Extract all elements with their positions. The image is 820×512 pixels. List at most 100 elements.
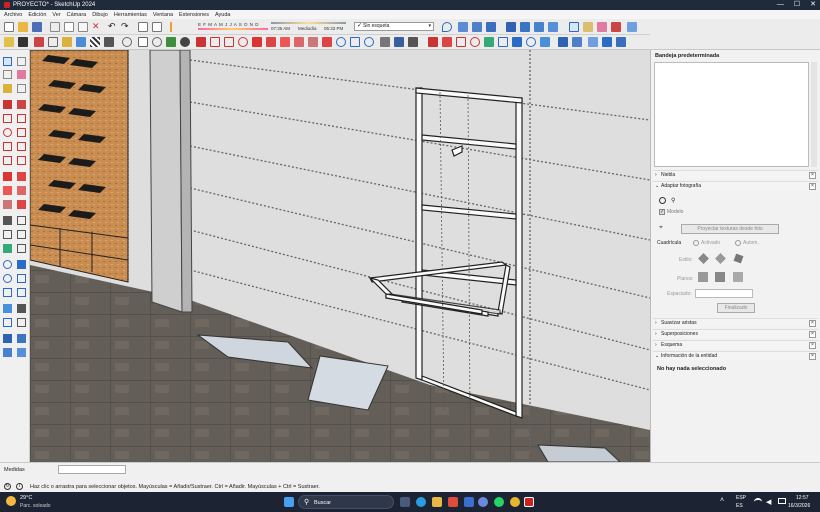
previous-view-icon[interactable] — [17, 288, 26, 297]
pan-side-icon[interactable] — [17, 260, 26, 269]
close-section-icon[interactable]: × — [809, 172, 816, 179]
zoom-window-side-icon[interactable] — [17, 274, 26, 283]
section-suavizar-aristas[interactable]: › Suavizar aristas × — [653, 318, 818, 327]
clock-date[interactable]: 16/3/2026 — [788, 503, 810, 509]
chrome-icon[interactable] — [510, 497, 520, 507]
wifi-icon[interactable] — [754, 498, 762, 506]
green-icon[interactable] — [166, 37, 176, 47]
section-niebla[interactable]: › Niebla × — [653, 170, 818, 179]
zoom-window-icon[interactable] — [350, 37, 360, 47]
paste-icon[interactable] — [78, 22, 88, 32]
pan-icon[interactable] — [512, 37, 522, 47]
measures-input[interactable] — [58, 465, 126, 474]
document-icon[interactable] — [138, 37, 148, 47]
view-front-icon[interactable] — [534, 22, 544, 32]
eraser-tool-icon[interactable] — [597, 22, 607, 32]
wireframe-icon[interactable] — [558, 37, 568, 47]
scale-side-icon[interactable] — [3, 200, 12, 209]
polygon-icon[interactable] — [442, 37, 452, 47]
close-section-icon[interactable]: × — [809, 331, 816, 338]
plane3-icon[interactable] — [733, 272, 743, 282]
time-slider[interactable] — [271, 22, 346, 24]
warehouse-icon[interactable] — [458, 22, 468, 32]
section-superposiciones[interactable]: › Superposiciones × — [653, 329, 818, 338]
shield-icon[interactable] — [62, 37, 72, 47]
shaded-textures-icon[interactable] — [602, 37, 612, 47]
close-section-icon[interactable]: × — [809, 353, 816, 360]
pushpull-tool-icon[interactable] — [266, 37, 276, 47]
extension-warehouse-icon[interactable] — [486, 22, 496, 32]
freehand-side-icon[interactable] — [17, 100, 26, 109]
section-side-icon[interactable] — [17, 318, 26, 327]
axes-side-icon[interactable] — [3, 244, 12, 253]
arc2-side-icon[interactable] — [17, 142, 26, 151]
section-plane-icon[interactable] — [90, 37, 100, 47]
look-around-side-icon[interactable] — [3, 318, 12, 327]
redo-icon[interactable]: ↷ — [121, 22, 131, 32]
walk-side-icon[interactable] — [17, 304, 26, 313]
lasso-tool-icon[interactable] — [17, 57, 26, 66]
edge-icon[interactable] — [416, 497, 426, 507]
undo-icon[interactable]: ↶ — [108, 22, 118, 32]
tag-tool-icon[interactable] — [17, 84, 26, 93]
protractor-icon[interactable] — [394, 37, 404, 47]
copy-icon[interactable] — [64, 22, 74, 32]
pushpull-side-icon[interactable] — [17, 172, 26, 181]
section-info-entidad[interactable]: ⌄ Información de la entidad × — [653, 351, 818, 360]
text-icon[interactable] — [48, 37, 58, 47]
paint-side-icon[interactable] — [3, 84, 12, 93]
finalizado-button[interactable]: Finalizado — [717, 303, 755, 313]
dimension-icon[interactable] — [76, 37, 86, 47]
hidden-line-icon[interactable] — [572, 37, 582, 47]
shadows-toggle-icon[interactable] — [170, 22, 186, 32]
arc-tool-icon[interactable] — [210, 37, 220, 47]
minimize-button[interactable]: — — [777, 0, 784, 10]
file-explorer-icon[interactable] — [432, 497, 442, 507]
info-icon[interactable]: i — [16, 483, 23, 490]
move-side-icon[interactable] — [3, 172, 12, 181]
erase-icon[interactable]: ✕ — [92, 22, 102, 32]
menu-dibujo[interactable]: Dibujo — [92, 12, 108, 18]
menu-ventana[interactable]: Ventana — [153, 12, 173, 18]
spacing-input[interactable] — [695, 289, 753, 298]
offset-side-icon[interactable] — [17, 200, 26, 209]
arc3-side-icon[interactable] — [3, 156, 12, 165]
grid-style1-icon[interactable] — [698, 253, 709, 264]
lang-primary[interactable]: ESP — [736, 495, 746, 501]
grid-style3-icon[interactable] — [733, 253, 744, 264]
rotate-side-icon[interactable] — [3, 186, 12, 195]
print-icon[interactable] — [138, 22, 148, 32]
plane1-icon[interactable] — [698, 272, 708, 282]
select-tool-icon[interactable] — [569, 22, 579, 32]
sandbox2-icon[interactable] — [17, 334, 26, 343]
followme-tool-icon[interactable] — [294, 37, 304, 47]
tape-side-icon[interactable] — [3, 216, 12, 225]
grid-style2-icon[interactable] — [715, 253, 726, 264]
paint-icon[interactable] — [4, 37, 14, 47]
open-folder-icon[interactable] — [18, 22, 28, 32]
dimension-side-icon[interactable] — [17, 216, 26, 225]
battery-icon[interactable] — [778, 498, 786, 504]
tray-scrollbar[interactable] — [811, 62, 817, 167]
make-component-icon[interactable] — [583, 22, 593, 32]
share-model-icon[interactable] — [472, 22, 482, 32]
zoom-extents-side-icon[interactable] — [3, 288, 12, 297]
settings-gear-icon[interactable] — [122, 37, 132, 47]
look-around-icon[interactable] — [526, 37, 536, 47]
walk-tool-icon[interactable] — [408, 37, 418, 47]
cut-icon[interactable] — [50, 22, 60, 32]
menu-archivo[interactable]: Archivo — [4, 12, 22, 18]
shaded-icon[interactable] — [588, 37, 598, 47]
pie-side-icon[interactable] — [17, 156, 26, 165]
camera-target-icon[interactable] — [659, 197, 666, 204]
menu-herramientas[interactable]: Herramientas — [114, 12, 147, 18]
taskbar-search[interactable]: ⚲ Buscar — [298, 495, 394, 509]
text-side-icon[interactable] — [17, 230, 26, 239]
zoom-photo-icon[interactable]: ⚲ — [671, 197, 678, 204]
paint-bucket-icon[interactable] — [611, 22, 621, 32]
model-viewport[interactable] — [30, 50, 650, 462]
task-view-icon[interactable] — [400, 497, 410, 507]
followme-side-icon[interactable] — [17, 186, 26, 195]
menu-edicion[interactable]: Edición — [28, 12, 46, 18]
sandbox4-icon[interactable] — [17, 348, 26, 357]
